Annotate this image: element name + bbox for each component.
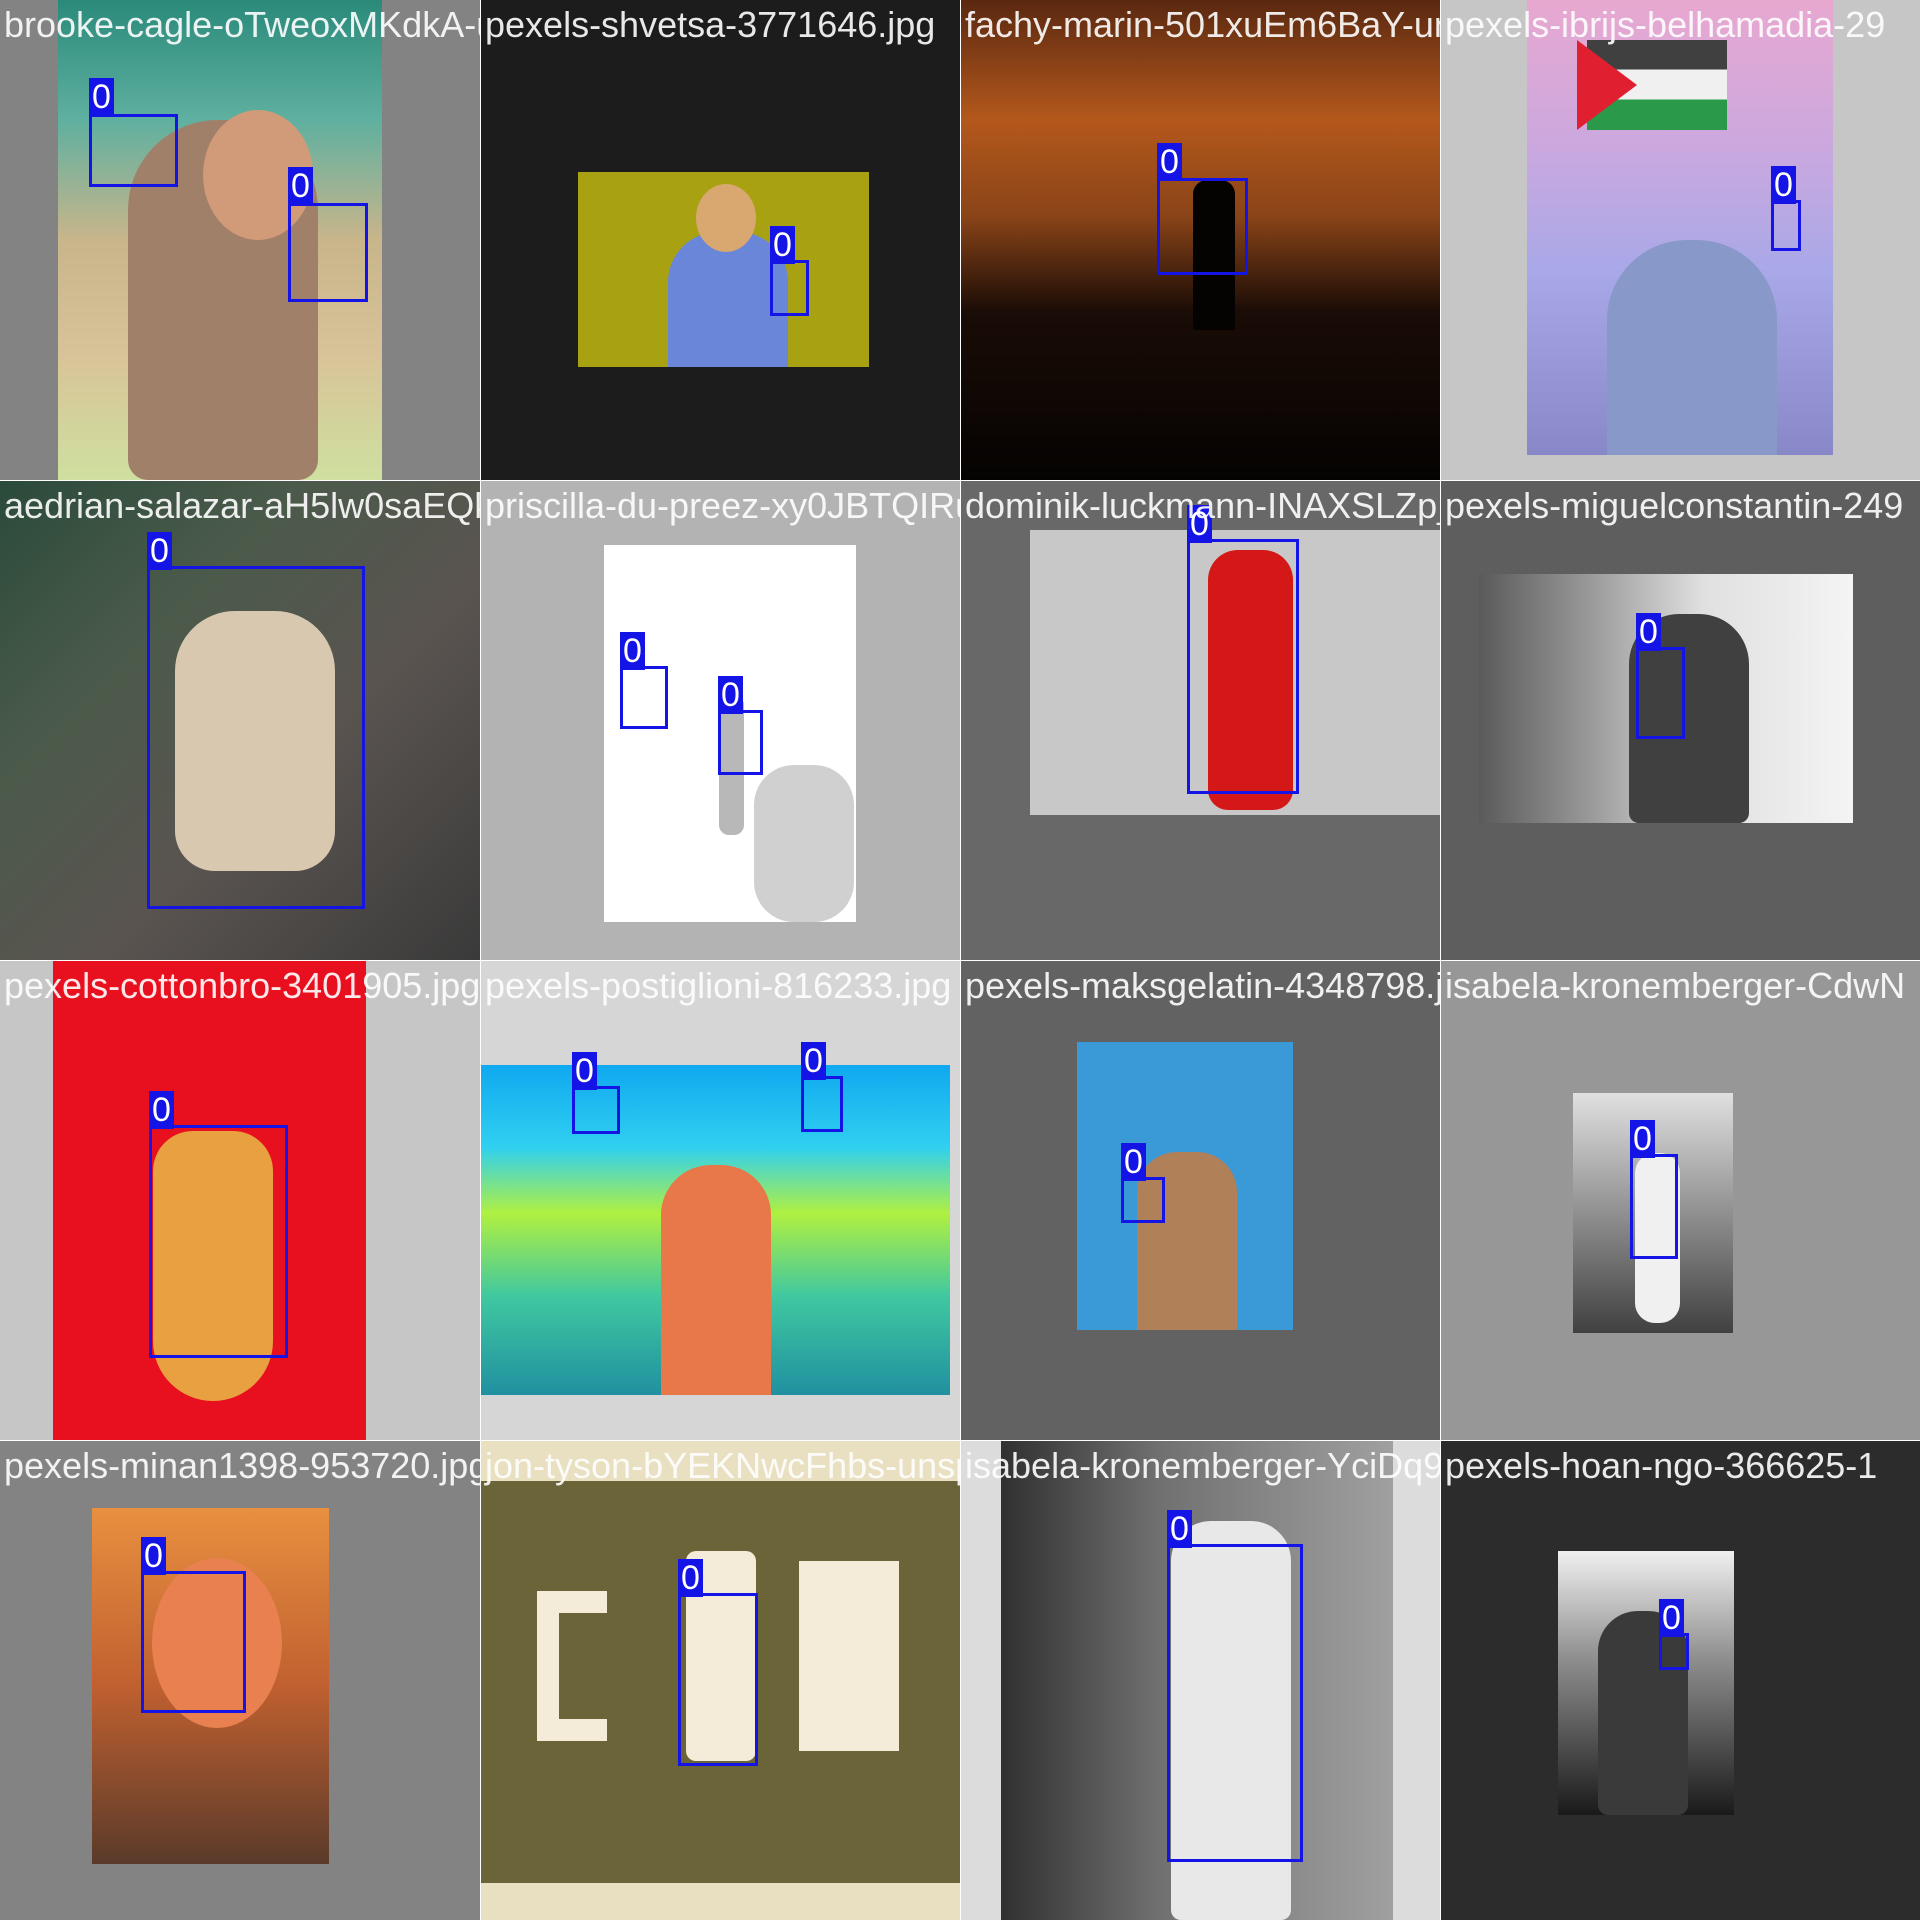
mosaic-tile-2: 0 pexels-shvetsa-3771646.jpg — [481, 0, 960, 480]
photo-woman-city — [481, 1065, 950, 1395]
mosaic-tile-8: 0 pexels-miguelconstantin-249 — [1441, 481, 1920, 960]
image-filename: pexels-miguelconstantin-249 — [1445, 485, 1904, 526]
image-filename: priscilla-du-preez-xy0JBTQIRuY-unsplash.… — [485, 485, 960, 526]
bbox-label: 0 — [770, 226, 795, 264]
image-filename: jon-tyson-bYEKNwcFhbs-unsplash.jpg — [485, 1445, 960, 1486]
bbox-label: 0 — [89, 78, 114, 116]
mosaic-tile-13: 0 pexels-minan1398-953720.jpg — [0, 1441, 480, 1920]
image-filename: fachy-marin-501xuEm6BaY-unsplash.jpg — [965, 4, 1440, 45]
bbox-peace-hand — [1636, 647, 1685, 739]
bbox-label: 0 — [620, 632, 645, 670]
mosaic-tile-11: 0 pexels-maksgelatin-4348798.jpg — [961, 961, 1440, 1440]
mosaic-tile-12: 0 isabela-kronemberger-CdwN — [1441, 961, 1920, 1440]
mosaic-tile-7: 0 dominik-luckmann-INAXSLZp_Q-unsplash.j… — [961, 481, 1440, 960]
bbox-label: 0 — [1157, 143, 1182, 181]
bbox-label: 0 — [678, 1559, 703, 1597]
photo-smiling-boy — [578, 172, 869, 367]
image-filename: dominik-luckmann-INAXSLZp_Q-unsplash.jpg — [965, 485, 1440, 526]
image-filename: pexels-cottonbro-3401905.jpg — [4, 965, 480, 1006]
bbox-peace-hand — [89, 114, 178, 187]
figure-head — [696, 184, 756, 252]
mosaic-tile-6: 0 0 priscilla-du-preez-xy0JBTQIRuY-unspl… — [481, 481, 960, 960]
bbox-peace-hand — [141, 1571, 246, 1713]
bbox-peace-hand — [149, 1125, 288, 1358]
image-filename: pexels-hoan-ngo-366625-1 — [1445, 1445, 1878, 1486]
mosaic-tile-1: 0 0 brooke-cagle-oTweoxMKdkA-unsplash.jp… — [0, 0, 480, 480]
figure-letter-right — [799, 1561, 899, 1751]
bbox-peace-hand — [718, 710, 763, 775]
figure-blur — [754, 765, 854, 922]
photo-woman-bw-back — [1558, 1551, 1734, 1815]
image-filename: pexels-shvetsa-3771646.jpg — [485, 4, 936, 45]
bbox-label: 0 — [1771, 166, 1796, 204]
bbox-peace-hand — [770, 260, 809, 316]
image-filename: brooke-cagle-oTweoxMKdkA-unsplash.jpg — [4, 4, 480, 45]
bbox-peace-hand — [572, 1086, 620, 1134]
bbox-peace-hand — [678, 1593, 758, 1766]
mosaic-tile-4: 0 pexels-ibrijs-belhamadia-29 — [1441, 0, 1920, 480]
bbox-peace-hand — [1167, 1544, 1303, 1862]
figure-flag-triangle — [1577, 40, 1637, 130]
bbox-peace-hand — [288, 203, 368, 302]
image-filename: isabela-kronemberger-CdwN — [1445, 965, 1906, 1006]
bbox-peace-hand — [147, 566, 365, 909]
bbox-label: 0 — [1121, 1143, 1146, 1181]
mosaic-tile-16: 0 pexels-hoan-ngo-366625-1 — [1441, 1441, 1920, 1920]
mosaic-tile-10: 0 0 pexels-postiglioni-816233.jpg — [481, 961, 960, 1440]
figure-person — [1607, 240, 1777, 455]
bbox-label: 0 — [1630, 1120, 1655, 1158]
bbox-peace-hand — [801, 1076, 843, 1132]
bbox-peace-hand — [1771, 200, 1801, 251]
bbox-peace-hand — [1187, 539, 1299, 794]
image-filename: pexels-maksgelatin-4348798.jpg — [965, 965, 1440, 1006]
image-filename: pexels-postiglioni-816233.jpg — [485, 965, 952, 1006]
bbox-label: 0 — [149, 1091, 174, 1129]
bbox-peace-hand — [1659, 1633, 1689, 1670]
bbox-label: 0 — [147, 532, 172, 570]
image-filename: pexels-minan1398-953720.jpg — [4, 1445, 480, 1486]
figure-woman — [661, 1165, 771, 1395]
bbox-label: 0 — [801, 1042, 826, 1080]
bbox-label: 0 — [1167, 1510, 1192, 1548]
bbox-label: 0 — [288, 167, 313, 205]
bbox-label: 0 — [141, 1537, 166, 1575]
bbox-label: 0 — [572, 1052, 597, 1090]
bbox-label: 0 — [1659, 1599, 1684, 1637]
bbox-peace-hand — [1630, 1154, 1678, 1259]
image-filename: isabela-kronemberger-YciDq98LHk-unsplash… — [965, 1445, 1440, 1486]
bbox-peace-hand — [1157, 178, 1248, 275]
mosaic-tile-14: 0 jon-tyson-bYEKNwcFhbs-unsplash.jpg — [481, 1441, 960, 1920]
bbox-label: 0 — [1636, 613, 1661, 651]
mosaic-tile-3: 0 fachy-marin-501xuEm6BaY-unsplash.jpg — [961, 0, 1440, 480]
image-filename: aedrian-salazar-aH5lw0saEQk-unsplash.jpg — [4, 485, 480, 526]
bbox-label: 0 — [718, 676, 743, 714]
mosaic-tile-15: 0 isabela-kronemberger-YciDq98LHk-unspla… — [961, 1441, 1440, 1920]
figure-letter-left — [537, 1591, 607, 1741]
image-filename: pexels-ibrijs-belhamadia-29 — [1445, 4, 1886, 45]
mosaic-tile-9: 0 pexels-cottonbro-3401905.jpg — [0, 961, 480, 1440]
photo-woman-blue-wall — [1077, 1042, 1293, 1330]
mosaic-tile-5: 0 aedrian-salazar-aH5lw0saEQk-unsplash.j… — [0, 481, 480, 960]
bbox-peace-hand — [1121, 1177, 1165, 1223]
bbox-peace-hand — [620, 666, 668, 729]
